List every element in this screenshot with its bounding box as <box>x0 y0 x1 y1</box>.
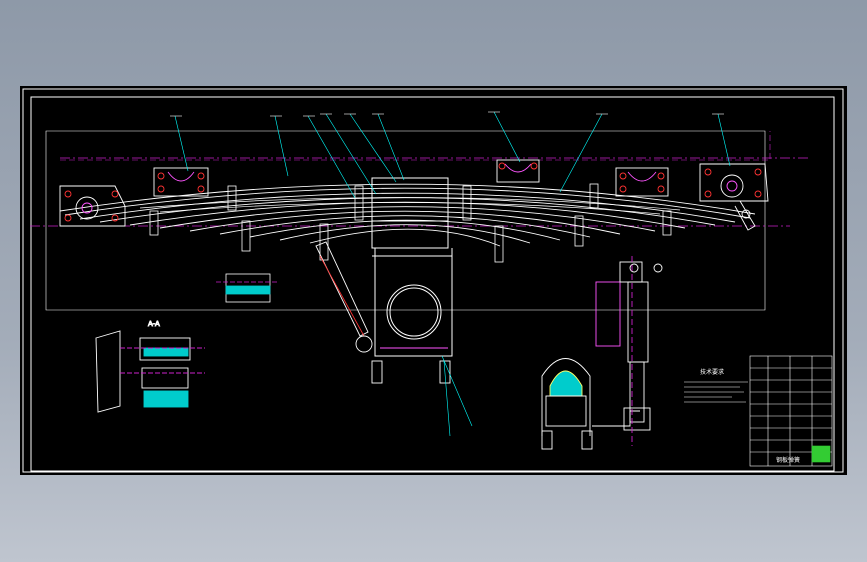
axle-seat-bracket <box>371 177 453 357</box>
technical-requirements: 技术要求 <box>684 368 748 403</box>
hanger-bracket-3 <box>615 167 669 197</box>
section-detail-aa: A-A <box>95 320 205 413</box>
outer-frame <box>22 88 844 473</box>
u-bolt-saddle-detail <box>541 358 640 450</box>
right-spring-hanger <box>699 163 769 231</box>
leaf-spring-stack <box>59 183 756 247</box>
detail-title: A-A <box>148 320 160 328</box>
drawing-canvas: A-A 技术要求 钢板弹簧 <box>22 88 844 473</box>
inner-frame <box>30 96 835 472</box>
spring-clips <box>149 183 672 263</box>
vertical-shock-detail <box>595 256 663 446</box>
balloon-stubs <box>170 111 724 117</box>
hanger-bracket-2 <box>496 159 540 183</box>
fastener-detail <box>216 273 278 303</box>
tech-req-title: 技术要求 <box>700 368 724 376</box>
shock-absorber <box>315 241 451 384</box>
hanger-bracket-1 <box>153 167 209 197</box>
title-block: 钢板弹簧 <box>749 355 833 467</box>
cad-drawing-sheet: A-A 技术要求 钢板弹簧 <box>20 86 847 475</box>
upper-guide-box <box>60 131 771 161</box>
title-block-stamp: 钢板弹簧 <box>776 456 800 464</box>
